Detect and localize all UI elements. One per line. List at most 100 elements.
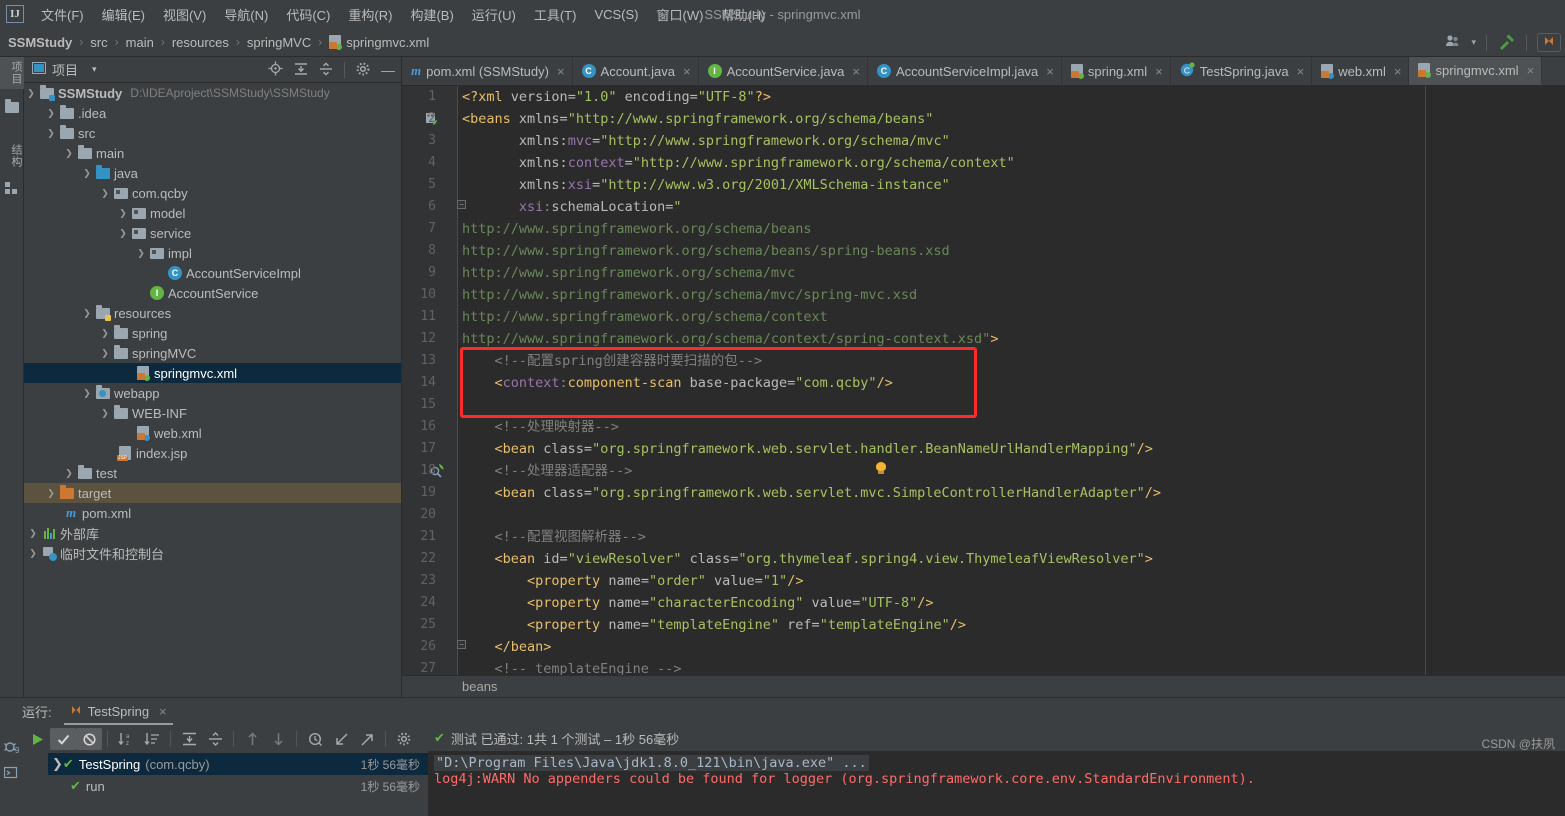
code-line[interactable]: 7 http://www.springframework.org/schema/b…	[402, 218, 1565, 240]
breadcrumb-item-file[interactable]: springmvc.xml	[346, 35, 429, 50]
chevron-down-icon[interactable]: ❯	[98, 348, 112, 359]
tree-node-com-qcby[interactable]: ❯ com.qcby	[24, 183, 401, 203]
test-results-tree[interactable]: ❯ ✔ TestSpring (com.qcby) 1秒 56毫秒 ✔ run …	[48, 753, 428, 816]
debug-icon[interactable]: 9	[0, 725, 24, 758]
tree-node-ssmstudy[interactable]: ❯ SSMStudy D:\IDEAproject\SSMStudy\SSMSt…	[24, 83, 401, 103]
code-line[interactable]: 2 <beans xmlns="http://www.springframewor…	[402, 108, 1565, 130]
tree-node-impl[interactable]: ❯ impl	[24, 243, 401, 263]
code-line[interactable]: 17 <bean class="org.springframework.web.…	[402, 438, 1565, 460]
tree-node-spring[interactable]: ❯ spring	[24, 323, 401, 343]
tab-spring-xml[interactable]: spring.xml ×	[1062, 57, 1171, 85]
collapse-all-button[interactable]	[202, 728, 228, 750]
menu-file[interactable]: 文件(F)	[32, 2, 93, 27]
code-line[interactable]: 9 http://www.springframework.org/schema/m…	[402, 262, 1565, 284]
tab-close-icon[interactable]: ×	[683, 64, 691, 79]
expand-all-icon[interactable]	[294, 62, 308, 79]
chevron-down-icon[interactable]: ❯	[98, 188, 112, 199]
menu-navigate[interactable]: 导航(N)	[215, 2, 277, 27]
tree-node-main[interactable]: ❯ main	[24, 143, 401, 163]
breadcrumb-item-main[interactable]: main	[126, 35, 154, 50]
chevron-right-icon[interactable]: ❯	[116, 208, 130, 219]
code-line[interactable]: 15	[402, 394, 1565, 416]
test-result-row[interactable]: ❯ ✔ TestSpring (com.qcby) 1秒 56毫秒	[48, 753, 428, 775]
tab-accountservice-java[interactable]: I AccountService.java ×	[699, 57, 868, 85]
code-line[interactable]: 12 http://www.springframework.org/schema/…	[402, 328, 1565, 350]
tree-node-web-inf[interactable]: ❯ WEB-INF	[24, 403, 401, 423]
menu-code[interactable]: 代码(C)	[277, 2, 339, 27]
run-tab-close-icon[interactable]: ×	[159, 704, 167, 719]
menu-view[interactable]: 视图(V)	[154, 2, 215, 27]
user-avatar-icon[interactable]	[1445, 34, 1461, 51]
tab-pom-xml[interactable]: m pom.xml (SSMStudy) ×	[402, 57, 573, 85]
run-config-icon[interactable]	[1537, 33, 1561, 52]
breadcrumb-beans[interactable]: beans	[462, 679, 497, 694]
tab-testspring-java[interactable]: C TestSpring.java ×	[1171, 57, 1313, 85]
import-results-button[interactable]	[328, 728, 354, 750]
code-content[interactable]: 1 <?xml version="1.0" encoding="UTF-8"?> 2…	[402, 86, 1565, 675]
tree-node-external-libraries[interactable]: ❯ 外部库	[24, 523, 401, 543]
chevron-down-icon[interactable]: ▾	[92, 64, 97, 75]
tree-node-src[interactable]: ❯ src	[24, 123, 401, 143]
code-line[interactable]: 10 http://www.springframework.org/schema/…	[402, 284, 1565, 306]
chevron-down-icon[interactable]: ❯	[24, 88, 38, 99]
menu-tools[interactable]: 工具(T)	[525, 2, 586, 27]
chevron-right-icon[interactable]: ❯	[98, 328, 112, 339]
code-line[interactable]: 23 <property name="order" value="1"/>	[402, 570, 1565, 592]
chevron-right-icon[interactable]: ❯	[26, 528, 40, 539]
breadcrumb-item-resources[interactable]: resources	[172, 35, 229, 50]
menu-edit[interactable]: 编辑(E)	[93, 2, 154, 27]
chevron-down-icon[interactable]: ❯	[116, 228, 130, 239]
chevron-down-icon[interactable]: ❯	[44, 128, 58, 139]
chevron-down-icon[interactable]: ❯	[52, 756, 63, 772]
menu-vcs[interactable]: VCS(S)	[585, 4, 647, 25]
console-body[interactable]: "D:\Program Files\Java\jdk1.8.0_121\bin\…	[428, 751, 1565, 816]
tab-accountserviceimpl-java[interactable]: C AccountServiceImpl.java ×	[868, 57, 1062, 85]
toolstrip-button-project[interactable]: 项目	[0, 57, 24, 89]
locate-icon[interactable]	[268, 61, 283, 79]
chevron-down-icon[interactable]: ▾	[1471, 37, 1476, 48]
menu-window[interactable]: 窗口(W)	[648, 2, 713, 27]
chevron-down-icon[interactable]: ❯	[80, 168, 94, 179]
tree-node-springmvc-xml[interactable]: springmvc.xml	[24, 363, 401, 383]
menu-run[interactable]: 运行(U)	[463, 2, 525, 27]
chevron-right-icon[interactable]: ❯	[44, 488, 58, 499]
show-passed-toggle[interactable]	[50, 728, 76, 750]
sort-alphabetically-button[interactable]: az	[113, 728, 139, 750]
breadcrumb-item-project[interactable]: SSMStudy	[8, 35, 72, 50]
export-results-button[interactable]	[354, 728, 380, 750]
tab-close-icon[interactable]: ×	[1394, 64, 1402, 79]
chevron-right-icon[interactable]: ❯	[44, 108, 58, 119]
rerun-button[interactable]	[24, 728, 50, 750]
collapse-all-icon[interactable]	[319, 62, 333, 79]
tree-node-service[interactable]: ❯ service	[24, 223, 401, 243]
tab-close-icon[interactable]: ×	[1297, 64, 1305, 79]
chevron-down-icon[interactable]: ❯	[98, 408, 112, 419]
code-line[interactable]: 18 <!--处理器适配器-->	[402, 460, 1565, 482]
tree-node-springmvc-folder[interactable]: ❯ springMVC	[24, 343, 401, 363]
code-line[interactable]: 24 <property name="characterEncoding" va…	[402, 592, 1565, 614]
code-line[interactable]: 19 <bean class="org.springframework.web.…	[402, 482, 1565, 504]
chevron-down-icon[interactable]: ❯	[62, 148, 76, 159]
editor-bottom-breadcrumb[interactable]: beans	[402, 675, 1565, 697]
history-button[interactable]	[302, 728, 328, 750]
tree-node-index-jsp[interactable]: index.jsp	[24, 443, 401, 463]
menu-help[interactable]: 帮助(H)	[712, 2, 774, 27]
console-output[interactable]: ✔ 测试 已通过: 1共 1 个测试 – 1秒 56毫秒 "D:\Program…	[428, 725, 1565, 816]
code-editor[interactable]: − − − − 1<?xml version="1.0" encoding="U…	[402, 86, 1565, 675]
code-line[interactable]: 21 <!--配置视图解析器-->	[402, 526, 1565, 548]
sort-by-duration-button[interactable]	[139, 728, 165, 750]
tab-close-icon[interactable]: ×	[1046, 64, 1054, 79]
tree-node-pom-xml[interactable]: m pom.xml	[24, 503, 401, 523]
next-failed-button[interactable]	[265, 728, 291, 750]
run-tab-testspring[interactable]: TestSpring ×	[63, 698, 173, 725]
chevron-down-icon[interactable]: ❯	[80, 308, 94, 319]
favorites-folder-icon[interactable]	[0, 95, 23, 120]
terminal-icon[interactable]	[0, 758, 24, 783]
code-line[interactable]: 16 <!--处理映射器-->	[402, 416, 1565, 438]
tab-web-xml[interactable]: web.xml ×	[1312, 57, 1410, 85]
code-line[interactable]: 11 http://www.springframework.org/schema/…	[402, 306, 1565, 328]
tree-node-accountserviceimpl[interactable]: C AccountServiceImpl	[24, 263, 401, 283]
tree-node-scratches[interactable]: ❯ 临时文件和控制台	[24, 543, 401, 563]
breadcrumb-item-src[interactable]: src	[90, 35, 107, 50]
tab-account-java[interactable]: C Account.java ×	[573, 57, 699, 85]
